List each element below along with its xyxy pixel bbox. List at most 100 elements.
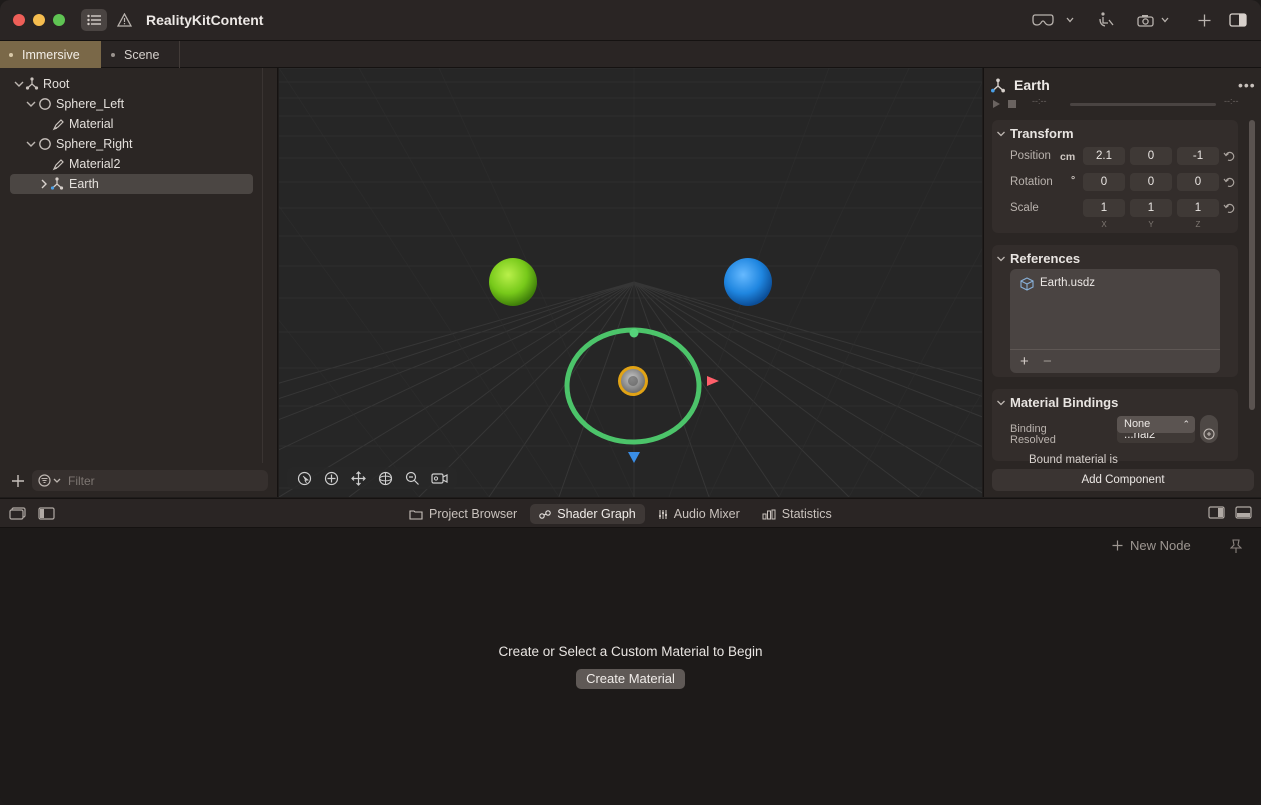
material-bindings-header: Material Bindings <box>1010 395 1119 410</box>
inspector-toggle-button[interactable] <box>1229 9 1247 31</box>
scale-z-field[interactable]: 1 <box>1177 199 1219 217</box>
capture-button[interactable] <box>1137 9 1169 31</box>
person-hand-icon <box>1099 12 1114 27</box>
shader-graph-editor[interactable]: New Node Create or Select a Custom Mater… <box>0 528 1261 805</box>
globe-icon <box>378 471 393 485</box>
tab-project-browser[interactable]: Project Browser <box>400 504 526 524</box>
move-tool-button[interactable] <box>318 467 345 489</box>
accessibility-button[interactable] <box>1097 9 1115 31</box>
chevron-down-icon[interactable] <box>996 398 1006 408</box>
new-node-button[interactable]: New Node <box>1112 538 1191 553</box>
windows-stack-icon[interactable] <box>9 507 26 520</box>
tab-shader-graph[interactable]: Shader Graph <box>530 504 645 524</box>
folder-icon <box>409 509 423 520</box>
zoom-tool-button[interactable] <box>399 467 426 489</box>
tab-label: Shader Graph <box>557 507 636 521</box>
binding-strength-button[interactable] <box>1200 415 1218 443</box>
create-material-button[interactable]: Create Material <box>576 669 685 689</box>
tab-label: Statistics <box>781 507 832 521</box>
rotation-x-field[interactable]: 0 <box>1083 173 1125 191</box>
panel-right-icon[interactable] <box>1208 506 1225 519</box>
scene-viewport[interactable] <box>279 68 982 497</box>
rotation-z-field[interactable]: 0 <box>1177 173 1219 191</box>
position-y-field[interactable]: 0 <box>1130 147 1172 165</box>
reset-rotation-icon[interactable] <box>1223 176 1235 188</box>
hierarchy-item-root[interactable]: Root <box>10 74 253 94</box>
minimize-window-button[interactable] <box>33 14 45 26</box>
chevron-down-icon[interactable] <box>996 129 1006 139</box>
hierarchy-item-material[interactable]: Material <box>10 114 253 134</box>
timeline-scrubber[interactable] <box>1070 103 1216 106</box>
chevron-down-icon[interactable] <box>996 254 1006 264</box>
scale-y-field[interactable]: 1 <box>1130 199 1172 217</box>
issues-button[interactable] <box>114 9 134 31</box>
sphere-right[interactable] <box>724 258 772 306</box>
add-button[interactable] <box>1198 9 1211 31</box>
position-x-field[interactable]: 2.1 <box>1083 147 1125 165</box>
empty-state-message: Create or Select a Custom Material to Be… <box>498 644 763 659</box>
hierarchy-item-earth[interactable]: Earth <box>10 174 253 194</box>
hierarchy-item-sphere-right[interactable]: Sphere_Right <box>10 134 253 154</box>
rotate-tool-button[interactable] <box>372 467 399 489</box>
binding-popup[interactable]: None ⌃ <box>1117 416 1195 433</box>
add-component-button[interactable]: Add Component <box>992 469 1254 491</box>
tab-audio-mixer[interactable]: Audio Mixer <box>649 504 749 524</box>
tab-immersive[interactable]: Immersive <box>0 41 101 68</box>
reset-position-icon[interactable] <box>1223 150 1235 162</box>
references-section: References Earth.usdz + − <box>992 245 1238 377</box>
tab-scene[interactable]: Scene <box>102 41 180 68</box>
add-entity-button[interactable] <box>10 473 26 489</box>
inspector-scrollbar[interactable] <box>1249 120 1255 410</box>
pan-tool-button[interactable] <box>345 467 372 489</box>
floor-grid <box>279 68 982 497</box>
cube-icon <box>1020 277 1034 291</box>
reference-file-name[interactable]: Earth.usdz <box>1040 277 1095 289</box>
viewport-canvas[interactable] <box>279 68 982 497</box>
tab-label: Scene <box>124 47 160 62</box>
panel-bottom-icon[interactable] <box>1235 506 1252 519</box>
rotation-label: Rotation <box>1010 176 1053 188</box>
tab-statistics[interactable]: Statistics <box>753 504 841 524</box>
filter-field[interactable]: Filter <box>32 470 268 491</box>
x-axis-handle[interactable] <box>707 376 719 386</box>
pin-icon[interactable] <box>1230 539 1242 554</box>
add-reference-button[interactable]: + <box>1020 353 1029 370</box>
chevron-down-icon[interactable] <box>25 138 37 150</box>
editor-tabs: Project Browser Shader Graph Audio Mixer… <box>400 503 841 525</box>
zoom-window-button[interactable] <box>53 14 65 26</box>
select-tool-button[interactable] <box>291 467 318 489</box>
headset-preview-button[interactable] <box>1032 9 1074 31</box>
z-axis-handle[interactable] <box>628 452 640 463</box>
references-list[interactable]: Earth.usdz + − <box>1010 269 1220 373</box>
plus-icon <box>1198 14 1211 26</box>
navigator-toggle-button[interactable] <box>81 9 107 31</box>
inspector-title: Earth <box>1014 77 1050 93</box>
position-z-field[interactable]: -1 <box>1177 147 1219 165</box>
orbit-icon <box>297 471 312 485</box>
chevron-down-icon[interactable] <box>13 78 25 90</box>
close-window-button[interactable] <box>13 14 25 26</box>
scale-x-field[interactable]: 1 <box>1083 199 1125 217</box>
hierarchy-item-sphere-left[interactable]: Sphere_Left <box>10 94 253 114</box>
remove-reference-button[interactable]: − <box>1043 353 1052 370</box>
stop-icon[interactable] <box>1008 100 1016 108</box>
binding-label: Binding Resolved <box>1010 424 1056 446</box>
sphere-left[interactable] <box>489 258 537 306</box>
reset-scale-icon[interactable] <box>1223 202 1235 214</box>
y-axis-handle[interactable] <box>629 328 639 338</box>
rotation-y-field[interactable]: 0 <box>1130 173 1172 191</box>
sphere-icon <box>39 98 51 110</box>
chevron-down-icon[interactable] <box>25 98 37 110</box>
play-icon[interactable] <box>992 99 1001 109</box>
references-header: References <box>1010 251 1081 266</box>
filter-icon[interactable] <box>38 474 62 487</box>
hierarchy-item-material2[interactable]: Material2 <box>10 154 253 174</box>
transform-gizmo[interactable] <box>564 327 719 464</box>
chevron-right-icon[interactable] <box>38 178 50 190</box>
video-camera-icon <box>431 472 448 484</box>
more-options-button[interactable]: ••• <box>1238 77 1256 93</box>
camera-tool-button[interactable] <box>426 467 453 489</box>
sidebar-left-icon[interactable] <box>38 507 55 520</box>
sidebar-right-icon <box>1229 13 1247 27</box>
entity-icon <box>50 177 64 190</box>
